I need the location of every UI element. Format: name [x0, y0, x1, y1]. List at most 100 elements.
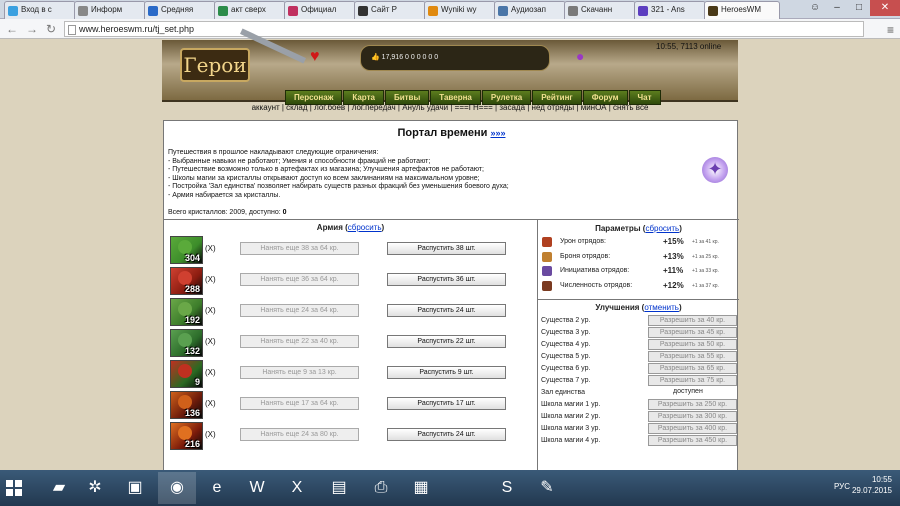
- remove-link[interactable]: (X): [205, 337, 216, 346]
- crystals-available: 0: [282, 209, 287, 216]
- army-row: 304 (X) Нанять еще 38 за 64 кр. Распустить …: [164, 236, 537, 266]
- creature-portrait[interactable]: 304: [170, 236, 203, 264]
- remove-link[interactable]: (X): [205, 399, 216, 408]
- back-icon[interactable]: ←: [6, 22, 18, 36]
- allow-button[interactable]: Разрешить за 45 кр.: [648, 327, 737, 338]
- game-nav: Персонаж Карта Битвы Таверна Рулетка Рейтинг Ф…: [285, 90, 662, 105]
- excel-icon[interactable]: X: [278, 472, 316, 504]
- upgrades-cancel-link[interactable]: отменить: [644, 303, 679, 312]
- params-reset-link[interactable]: сбросить: [645, 224, 679, 233]
- remove-link[interactable]: (X): [205, 244, 216, 253]
- allow-button[interactable]: Разрешить за 450 кр.: [648, 435, 737, 446]
- browser-tab[interactable]: Официал: [284, 1, 356, 19]
- file-explorer-icon[interactable]: ▰: [40, 472, 78, 504]
- settings-icon[interactable]: ✲: [76, 472, 114, 504]
- printer-icon[interactable]: ⎙: [362, 472, 400, 504]
- creature-portrait[interactable]: 132: [170, 329, 203, 357]
- browser-tab[interactable]: Средняя: [144, 1, 216, 19]
- release-button[interactable]: Распустить 17 шт.: [387, 397, 506, 410]
- forward-icon[interactable]: →: [26, 22, 38, 36]
- maximize-button[interactable]: □: [848, 0, 870, 16]
- release-button[interactable]: Распустить 24 шт.: [387, 304, 506, 317]
- chrome-icon[interactable]: ◉: [158, 472, 196, 504]
- remove-link[interactable]: (X): [205, 430, 216, 439]
- allow-button[interactable]: Разрешить за 75 кр.: [648, 375, 737, 386]
- more-link[interactable]: »»»: [490, 128, 505, 138]
- release-button[interactable]: Распустить 9 шт.: [387, 366, 506, 379]
- windows-start-icon[interactable]: [6, 480, 22, 496]
- browser-tab[interactable]: 321 - Ans: [634, 1, 706, 19]
- upgrade-label: Зал единства: [541, 389, 585, 396]
- release-button[interactable]: Распустить 36 шт.: [387, 273, 506, 286]
- upgrade-row: Существа 7 ур. Разрешить за 75 кр.: [541, 375, 737, 387]
- creature-head-icon: [178, 240, 192, 254]
- army-reset-link[interactable]: сбросить: [348, 223, 382, 232]
- hire-button[interactable]: Нанять еще 24 за 80 кр.: [240, 428, 359, 441]
- hire-button[interactable]: Нанять еще 17 за 64 кр.: [240, 397, 359, 410]
- allow-button[interactable]: Разрешить за 65 кр.: [648, 363, 737, 374]
- release-button[interactable]: Распустить 24 шт.: [387, 428, 506, 441]
- url-input[interactable]: www.heroeswm.ru/tj_set.php: [64, 21, 864, 37]
- allow-button[interactable]: Разрешить за 50 кр.: [648, 339, 737, 350]
- hire-button[interactable]: Нанять еще 24 за 64 кр.: [240, 304, 359, 317]
- hire-button[interactable]: Нанять еще 9 за 13 кр.: [240, 366, 359, 379]
- game-logo[interactable]: Герои: [180, 48, 250, 82]
- tab-favicon-icon: [78, 6, 88, 16]
- param-label: Броня отрядов:: [560, 252, 611, 260]
- mana-orb-icon[interactable]: ●: [576, 48, 584, 64]
- upgrade-label: Школа магии 1 ур.: [541, 401, 601, 408]
- browser-tab[interactable]: Информ: [74, 1, 146, 19]
- upgrade-label: Существа 2 ур.: [541, 317, 591, 324]
- hire-button[interactable]: Нанять еще 22 за 40 кр.: [240, 335, 359, 348]
- computer-icon[interactable]: ▣: [116, 472, 154, 504]
- minimize-button[interactable]: –: [826, 0, 848, 16]
- creature-portrait[interactable]: 192: [170, 298, 203, 326]
- remove-link[interactable]: (X): [205, 306, 216, 315]
- reload-icon[interactable]: ↻: [46, 22, 56, 36]
- close-button[interactable]: ✕: [870, 0, 900, 16]
- tab-favicon-icon: [148, 6, 158, 16]
- user-icon[interactable]: ☺: [804, 0, 826, 16]
- creature-portrait[interactable]: 288: [170, 267, 203, 295]
- word-icon[interactable]: W: [238, 472, 276, 504]
- allow-button[interactable]: Разрешить за 40 кр.: [648, 315, 737, 326]
- param-note: +1 за 33 кр.: [692, 268, 719, 274]
- release-button[interactable]: Распустить 22 шт.: [387, 335, 506, 348]
- health-heart-icon[interactable]: ♥: [310, 48, 320, 66]
- browser-tab[interactable]: Аудиозап: [494, 1, 566, 19]
- menu-icon[interactable]: ≡: [887, 23, 894, 37]
- document-icon[interactable]: ▤: [320, 472, 358, 504]
- ie-icon[interactable]: e: [198, 472, 236, 504]
- hire-button[interactable]: Нанять еще 38 за 64 кр.: [240, 242, 359, 255]
- browser-tab[interactable]: Сайт Р: [354, 1, 426, 19]
- language-indicator[interactable]: РУС: [834, 482, 850, 491]
- browser-tab[interactable]: Вход в с: [4, 1, 76, 19]
- paint-icon[interactable]: ✎: [528, 472, 566, 504]
- remove-link[interactable]: (X): [205, 368, 216, 377]
- creature-count: 288: [184, 284, 200, 294]
- sub-links[interactable]: аккаунт | склад | лог.боев | лог.передач…: [0, 103, 900, 112]
- upgrade-status: доступен: [673, 388, 703, 395]
- allow-button[interactable]: Разрешить за 300 кр.: [648, 411, 737, 422]
- game-page: Герои ♥ 👍 17,916 0 0 0 0 0 0 ● 10:55, 71…: [0, 28, 900, 499]
- skype-icon[interactable]: S: [488, 472, 526, 504]
- release-button[interactable]: Распустить 38 шт.: [387, 242, 506, 255]
- param-row: Инициатива отрядов: +11% +1 за 33 кр.: [542, 265, 737, 279]
- creature-portrait[interactable]: 9: [170, 360, 203, 388]
- browser-tab[interactable]: Wyniki wy: [424, 1, 496, 19]
- browser-tab[interactable]: акт сверх: [214, 1, 286, 19]
- allow-button[interactable]: Разрешить за 55 кр.: [648, 351, 737, 362]
- allow-button[interactable]: Разрешить за 400 кр.: [648, 423, 737, 434]
- browser-tab[interactable]: Скачанн: [564, 1, 636, 19]
- upgrade-label: Существа 5 ур.: [541, 353, 591, 360]
- army-row: 132 (X) Нанять еще 22 за 40 кр. Распустить …: [164, 329, 537, 359]
- tab-title: Wyniki wy: [441, 5, 477, 14]
- creature-portrait[interactable]: 216: [170, 422, 203, 450]
- allow-button[interactable]: Разрешить за 250 кр.: [648, 399, 737, 410]
- creature-portrait[interactable]: 136: [170, 391, 203, 419]
- browser-tab[interactable]: HeroesWM: [704, 1, 780, 19]
- remove-link[interactable]: (X): [205, 275, 216, 284]
- system-clock[interactable]: 10:55 29.07.2015: [852, 474, 892, 496]
- hire-button[interactable]: Нанять еще 36 за 64 кр.: [240, 273, 359, 286]
- photos-icon[interactable]: ▦: [402, 472, 440, 504]
